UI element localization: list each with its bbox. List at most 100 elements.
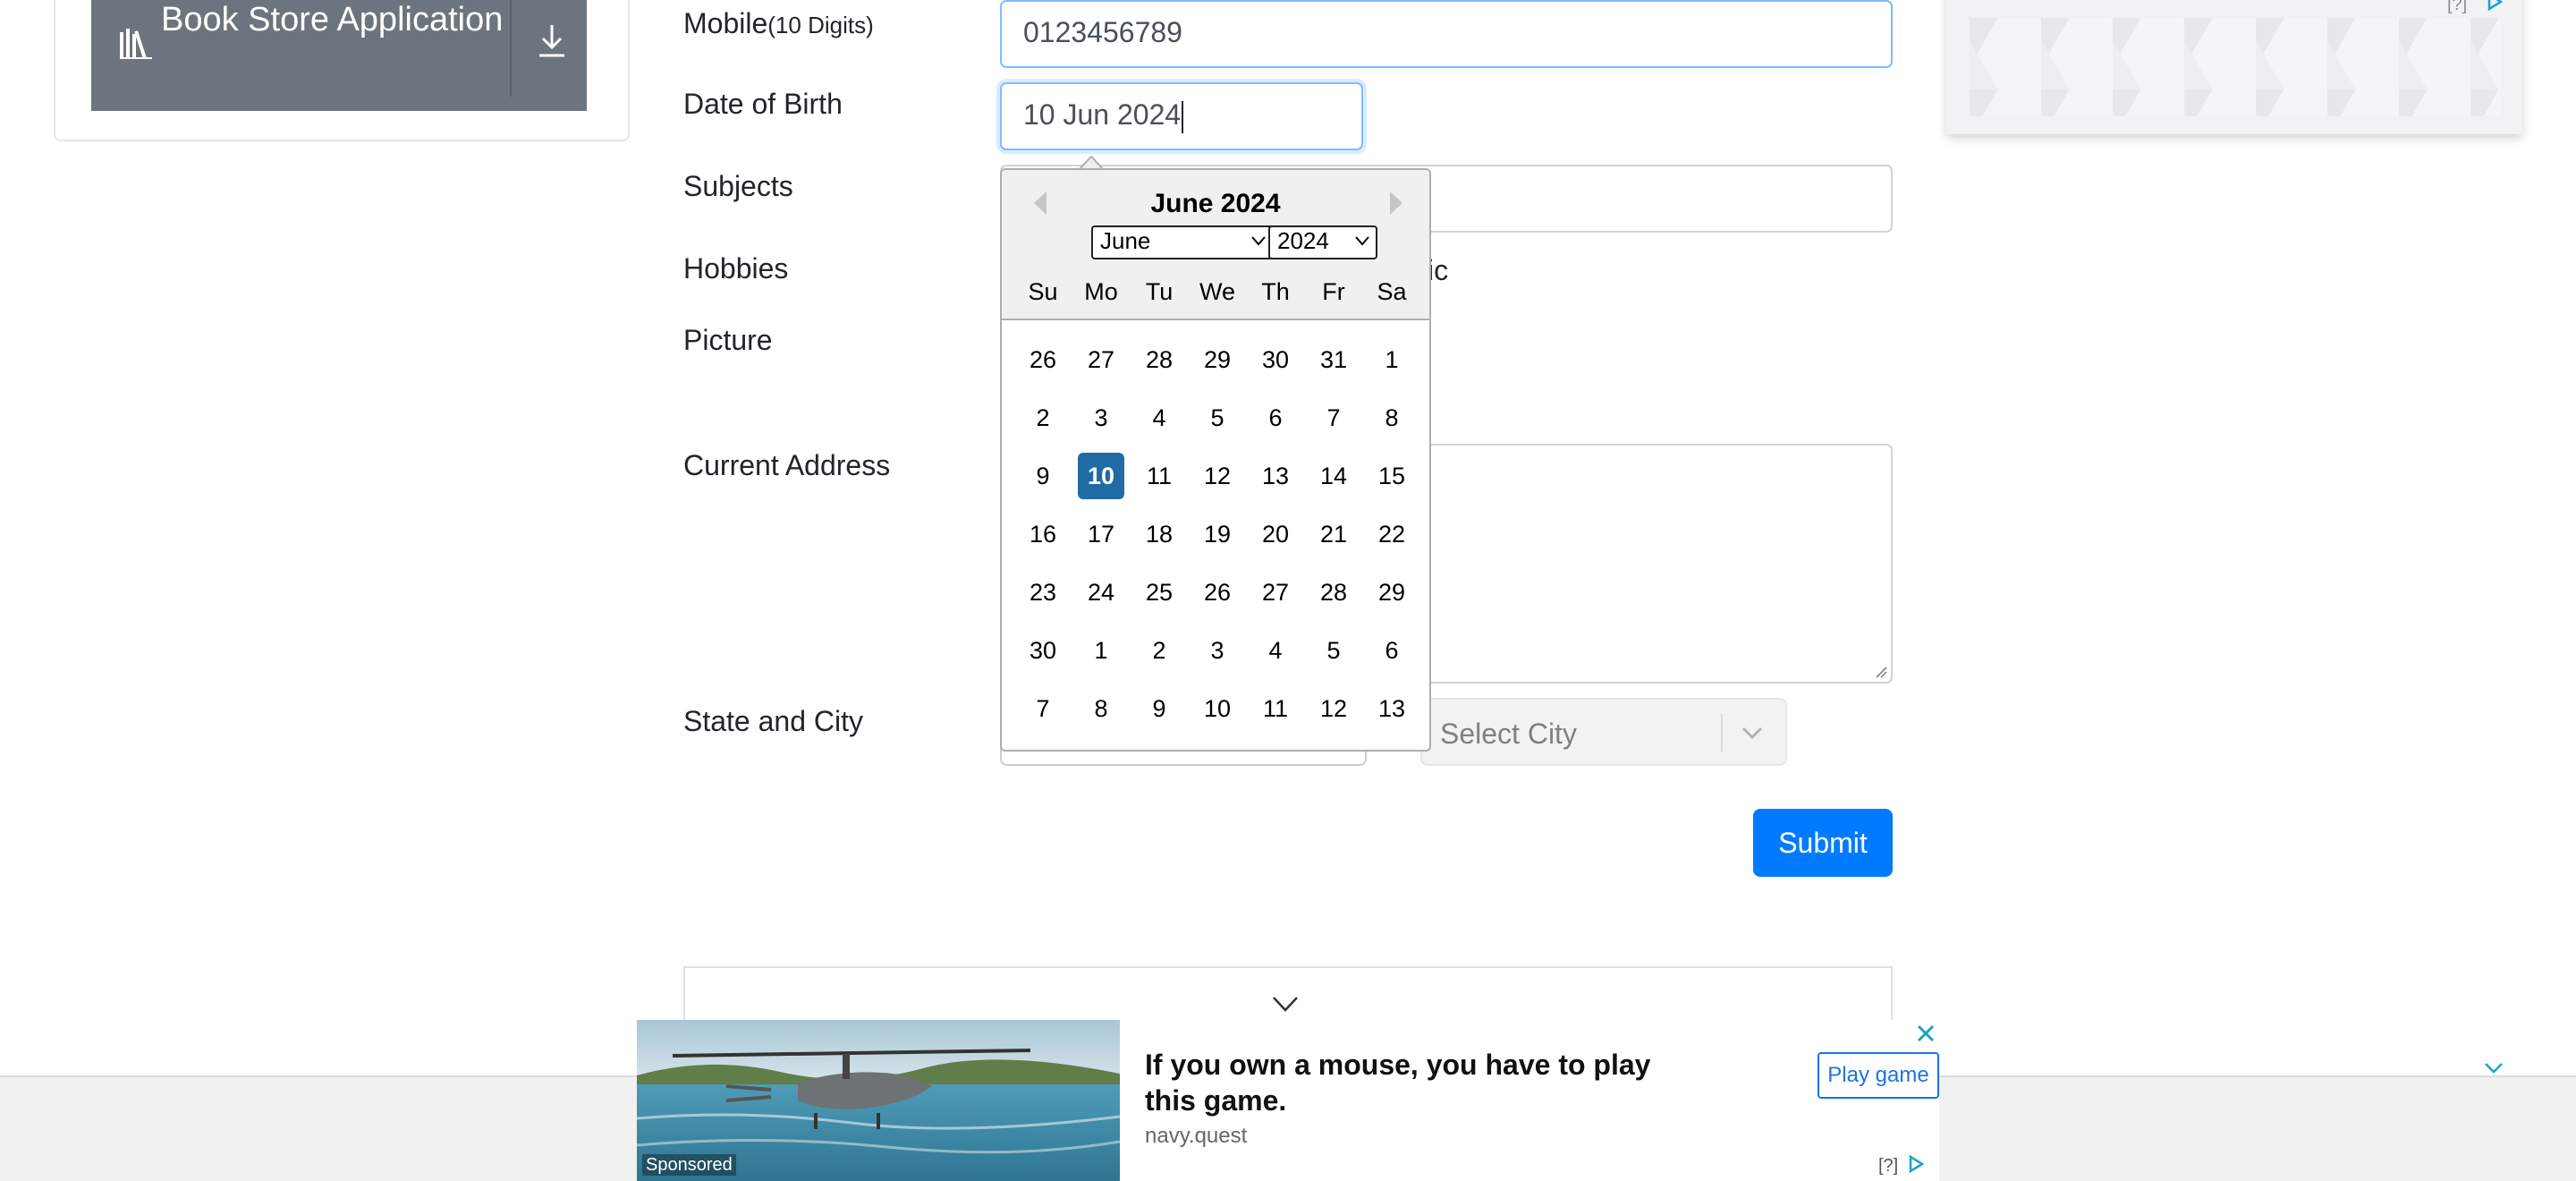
calendar-day[interactable]: 2 (1136, 627, 1182, 674)
calendar-day[interactable]: 2 (1020, 395, 1066, 441)
calendar-day[interactable]: 8 (1078, 685, 1124, 732)
weekday-header: Sa (1377, 278, 1407, 305)
calendar-day[interactable]: 1 (1078, 627, 1124, 674)
hobbies-label: Hobbies (683, 252, 789, 285)
subjects-label: Subjects (683, 170, 793, 202)
calendar-day[interactable]: 30 (1252, 336, 1299, 383)
sponsored-ad[interactable]: Sponsored If you own a mouse, you have t… (637, 1020, 1939, 1181)
calendar-day[interactable]: 8 (1368, 395, 1415, 441)
weekday-header: Su (1028, 278, 1058, 305)
calendar-day[interactable]: 11 (1252, 685, 1299, 732)
calendar-day[interactable]: 22 (1368, 511, 1415, 557)
calendar-day[interactable]: 30 (1020, 627, 1066, 674)
datepicker-header: June 2024 June 2024 Su Mo Tu We Th Fr Sa (1002, 170, 1429, 320)
mobile-hint: (10 Digits) (767, 12, 874, 38)
calendar-day[interactable]: 6 (1252, 395, 1299, 441)
collapse-section[interactable] (683, 966, 1893, 1020)
book-store-label: Book Store Application (161, 1, 504, 38)
books-icon (120, 29, 152, 59)
chevron-down-icon[interactable] (1272, 995, 1299, 1013)
picture-label: Picture (683, 324, 773, 356)
weekday-header: Fr (1322, 278, 1345, 305)
city-select[interactable]: Select City (1420, 698, 1787, 766)
divider (510, 0, 512, 97)
year-select[interactable]: 2024 (1268, 225, 1377, 259)
current-address-label: Current Address (683, 449, 891, 481)
mobile-input[interactable]: 0123456789 (1000, 0, 1893, 68)
calendar-day[interactable]: 27 (1078, 336, 1124, 383)
calendar-day[interactable]: 1 (1368, 336, 1415, 383)
calendar-day[interactable]: 21 (1310, 511, 1357, 557)
calendar-day[interactable]: 28 (1310, 569, 1357, 616)
weekday-header: Th (1261, 278, 1290, 305)
adchoices-icon[interactable] (1907, 1154, 1925, 1174)
calendar-day[interactable]: 14 (1310, 453, 1357, 499)
calendar-day[interactable]: 12 (1310, 685, 1357, 732)
calendar-day[interactable]: 28 (1136, 336, 1182, 383)
chevron-down-icon[interactable] (2483, 1061, 2504, 1075)
download-icon (539, 25, 564, 57)
calendar-day[interactable]: 23 (1020, 569, 1066, 616)
weekday-header: Mo (1084, 278, 1118, 305)
weekday-header: We (1199, 278, 1235, 305)
submit-button[interactable]: Submit (1753, 809, 1893, 877)
mobile-label: Mobile(10 Digits) (683, 7, 874, 39)
calendar-day[interactable]: 3 (1078, 395, 1124, 441)
calendar-day[interactable]: 25 (1136, 569, 1182, 616)
calendar-day[interactable]: 16 (1020, 511, 1066, 557)
ad-helicopter-image[interactable]: Sponsored (637, 1020, 1120, 1181)
top-ad-banner[interactable]: [?] (1946, 0, 2522, 134)
calendar-day[interactable]: 19 (1194, 511, 1241, 557)
calendar-day[interactable]: 31 (1310, 336, 1357, 383)
chevron-down-icon (1251, 236, 1266, 246)
calendar-day-selected[interactable]: 10 (1078, 453, 1124, 499)
dob-input[interactable]: 10 Jun 2024 (1000, 82, 1363, 150)
state-city-label: State and City (683, 705, 863, 737)
book-store-application-button[interactable]: Book Store Application (91, 0, 587, 111)
ad-info-label[interactable]: [?] (1878, 1156, 1898, 1177)
chevron-down-icon[interactable] (1741, 725, 1764, 741)
calendar-day[interactable]: 3 (1194, 627, 1241, 674)
calendar-day[interactable]: 17 (1078, 511, 1124, 557)
select-divider (1721, 714, 1723, 752)
ad-pattern-image (1970, 18, 2501, 116)
datepicker-month-title: June 2024 (1150, 189, 1281, 218)
ad-info-label[interactable]: [?] (2447, 0, 2467, 15)
calendar-day[interactable]: 24 (1078, 569, 1124, 616)
calendar-day[interactable]: 26 (1194, 569, 1241, 616)
calendar-day[interactable]: 26 (1020, 336, 1066, 383)
sponsored-label: Sponsored (642, 1154, 736, 1176)
ad-headline[interactable]: If you own a mouse, you have to play thi… (1145, 1047, 1690, 1118)
calendar-day[interactable]: 18 (1136, 511, 1182, 557)
close-icon[interactable] (1916, 1024, 1936, 1043)
calendar-day[interactable]: 15 (1368, 453, 1415, 499)
ad-domain[interactable]: navy.quest (1145, 1124, 1247, 1149)
calendar-day[interactable]: 20 (1252, 511, 1299, 557)
calendar-day[interactable]: 4 (1252, 627, 1299, 674)
datepicker-popup: June 2024 June 2024 Su Mo Tu We Th Fr Sa 26 27 2… (1000, 168, 1431, 752)
calendar-day[interactable]: 5 (1310, 627, 1357, 674)
calendar-day[interactable]: 7 (1020, 685, 1066, 732)
weekday-header: Tu (1145, 278, 1174, 305)
calendar-day[interactable]: 9 (1136, 685, 1182, 732)
calendar-day[interactable]: 11 (1136, 453, 1182, 499)
calendar-day[interactable]: 10 (1194, 685, 1241, 732)
calendar-day[interactable]: 5 (1194, 395, 1241, 441)
calendar-day[interactable]: 12 (1194, 453, 1241, 499)
calendar-day[interactable]: 9 (1020, 453, 1066, 499)
calendar-day[interactable]: 29 (1368, 569, 1415, 616)
calendar-day[interactable]: 29 (1194, 336, 1241, 383)
play-game-button[interactable]: Play game (1818, 1052, 1939, 1099)
calendar-day[interactable]: 27 (1252, 569, 1299, 616)
chevron-right-icon[interactable] (1386, 190, 1406, 217)
calendar-day[interactable]: 6 (1368, 627, 1415, 674)
chevron-down-icon (1355, 236, 1369, 246)
resize-handle-icon[interactable] (1875, 666, 1887, 678)
adchoices-icon[interactable] (2487, 0, 2503, 11)
calendar-day[interactable]: 13 (1368, 685, 1415, 732)
calendar-day[interactable]: 7 (1310, 395, 1357, 441)
calendar-day[interactable]: 13 (1252, 453, 1299, 499)
city-placeholder: Select City (1440, 718, 1577, 750)
calendar-day[interactable]: 4 (1136, 395, 1182, 441)
month-select[interactable]: June (1091, 225, 1274, 259)
